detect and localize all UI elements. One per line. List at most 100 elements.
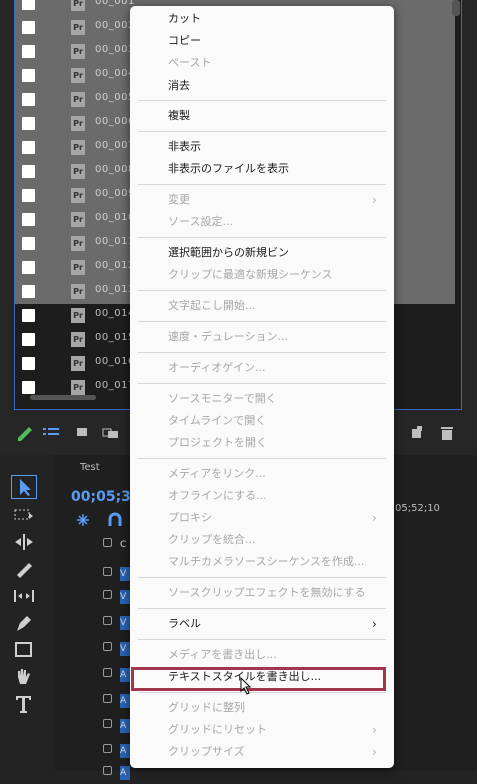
track-target-label[interactable]: A xyxy=(120,766,130,780)
razor-tool-icon[interactable] xyxy=(11,557,37,581)
menu-item-new-sequence-from-clip[interactable]: クリップに最適な新規シーケンス xyxy=(168,265,332,285)
list-view-icon[interactable] xyxy=(40,420,62,444)
ripple-edit-tool-icon[interactable] xyxy=(11,530,37,554)
track-header[interactable]: V xyxy=(58,636,130,660)
menu-item-paste[interactable]: ペースト xyxy=(168,53,211,73)
checkbox[interactable] xyxy=(22,21,35,34)
track-target-label[interactable]: A xyxy=(120,694,130,708)
track-header[interactable]: A xyxy=(58,760,130,784)
menu-item-speed-duration[interactable]: 速度・デュレーション... xyxy=(168,327,288,347)
track-target-label[interactable]: A xyxy=(120,744,130,758)
pen-tool-icon[interactable] xyxy=(11,611,37,635)
pencil-icon[interactable] xyxy=(14,420,36,444)
lock-icon[interactable] xyxy=(103,694,112,703)
menu-item-multicam-sequence[interactable]: マルチカメラソースシーケンスを作成... xyxy=(168,552,364,572)
context-menu: カット コピー ペースト 消去 複製 非表示 非表示のファイルを表示 変更 › … xyxy=(130,6,394,768)
menu-item-clear[interactable]: 消去 xyxy=(168,76,190,96)
icon-view-icon[interactable] xyxy=(72,420,94,444)
menu-item-new-bin-from-selection[interactable]: 選択範囲からの新規ビン xyxy=(168,243,289,263)
checkbox[interactable] xyxy=(22,261,35,274)
horizontal-scrollbar[interactable] xyxy=(30,395,96,400)
lock-icon[interactable] xyxy=(103,616,112,625)
track-target-label[interactable]: V xyxy=(120,616,130,630)
checkbox[interactable] xyxy=(22,93,35,106)
slip-tool-icon[interactable] xyxy=(11,584,37,608)
track-header[interactable]: A xyxy=(58,738,130,762)
checkbox[interactable] xyxy=(22,45,35,58)
checkbox[interactable] xyxy=(22,69,35,82)
track-target-label[interactable]: V xyxy=(120,642,130,656)
track-target-label[interactable]: V xyxy=(120,567,130,581)
lock-icon[interactable] xyxy=(103,719,112,728)
menu-item-cut[interactable]: カット xyxy=(168,9,201,29)
track-header[interactable]: A xyxy=(58,713,130,737)
track-target-label[interactable]: A xyxy=(120,668,130,682)
track-select-tool-icon[interactable] xyxy=(11,503,37,527)
menu-item-export-media[interactable]: メディアを書き出し... xyxy=(168,645,277,665)
menu-item-modify[interactable]: 変更 xyxy=(168,190,190,210)
checkbox[interactable] xyxy=(22,117,35,130)
tools-panel xyxy=(0,460,52,771)
track-target-label[interactable]: C xyxy=(120,538,130,552)
rectangle-tool-icon[interactable] xyxy=(11,638,37,662)
checkbox[interactable] xyxy=(22,309,35,322)
hand-tool-icon[interactable] xyxy=(11,665,37,689)
lock-icon[interactable] xyxy=(103,744,112,753)
checkbox[interactable] xyxy=(22,189,35,202)
linked-selection-icon[interactable] xyxy=(107,512,123,532)
checkbox[interactable] xyxy=(22,141,35,154)
checkbox[interactable] xyxy=(22,213,35,226)
lock-icon[interactable] xyxy=(103,538,112,547)
menu-item-source-settings[interactable]: ソース設定... xyxy=(168,212,233,232)
menu-item-open-in-source-monitor[interactable]: ソースモニターで開く xyxy=(168,389,277,409)
track-target-label[interactable]: A xyxy=(120,719,130,733)
lock-icon[interactable] xyxy=(103,567,112,576)
project-item-name: 00_006 xyxy=(95,116,135,127)
menu-item-link-media[interactable]: メディアをリンク... xyxy=(168,464,266,484)
menu-item-duplicate[interactable]: 複製 xyxy=(168,106,190,126)
menu-item-start-transcription[interactable]: 文字起こし開始... xyxy=(168,296,256,316)
sequence-tab[interactable]: Test xyxy=(80,462,100,473)
trash-icon[interactable] xyxy=(436,420,458,444)
menu-item-reset-to-grid[interactable]: グリッドにリセット xyxy=(168,720,267,740)
menu-item-label[interactable]: ラベル xyxy=(168,614,201,634)
track-target-label[interactable]: V xyxy=(120,590,130,604)
freeform-view-icon[interactable] xyxy=(100,420,122,444)
checkbox[interactable] xyxy=(22,333,35,346)
lock-icon[interactable] xyxy=(103,668,112,677)
track-header[interactable]: A xyxy=(58,688,130,712)
track-header[interactable]: V xyxy=(58,610,130,634)
type-tool-icon[interactable] xyxy=(11,692,37,716)
track-header[interactable]: V xyxy=(58,584,130,608)
menu-item-make-offline[interactable]: オフラインにする... xyxy=(168,486,267,506)
snap-icon[interactable] xyxy=(75,512,91,532)
menu-item-audio-gain[interactable]: オーディオゲイン... xyxy=(168,358,266,378)
checkbox[interactable] xyxy=(22,285,35,298)
premiere-project-icon: Pr xyxy=(71,164,85,179)
new-item-icon[interactable] xyxy=(406,420,428,444)
checkbox[interactable] xyxy=(22,357,35,370)
vertical-scrollbar[interactable] xyxy=(452,0,460,16)
checkbox[interactable] xyxy=(22,237,35,250)
menu-item-open-in-timeline[interactable]: タイムラインで開く xyxy=(168,411,266,431)
checkbox[interactable] xyxy=(22,381,35,394)
menu-item-disable-source-effects[interactable]: ソースクリップエフェクトを無効にする xyxy=(168,583,366,603)
menu-item-align-to-grid[interactable]: グリッドに整列 xyxy=(168,698,245,718)
lock-icon[interactable] xyxy=(103,590,112,599)
track-header[interactable]: C xyxy=(58,532,130,556)
menu-item-clip-size[interactable]: クリップサイズ xyxy=(168,742,245,762)
track-header[interactable]: V xyxy=(58,561,130,585)
menu-item-open-project[interactable]: プロジェクトを開く xyxy=(168,433,267,453)
checkbox[interactable] xyxy=(22,165,35,178)
menu-item-show-hidden[interactable]: 非表示のファイルを表示 xyxy=(168,159,289,179)
menu-item-hide[interactable]: 非表示 xyxy=(168,137,201,157)
menu-item-merge-clips[interactable]: クリップを統合... xyxy=(168,530,256,550)
track-header[interactable]: A xyxy=(58,662,130,686)
menu-item-proxy[interactable]: プロキシ xyxy=(168,508,212,528)
menu-separator xyxy=(138,131,386,132)
submenu-arrow-icon: › xyxy=(372,193,377,207)
lock-icon[interactable] xyxy=(103,642,112,651)
menu-item-copy[interactable]: コピー xyxy=(168,31,201,51)
selection-tool-icon[interactable] xyxy=(11,475,37,499)
checkbox[interactable] xyxy=(22,0,35,10)
